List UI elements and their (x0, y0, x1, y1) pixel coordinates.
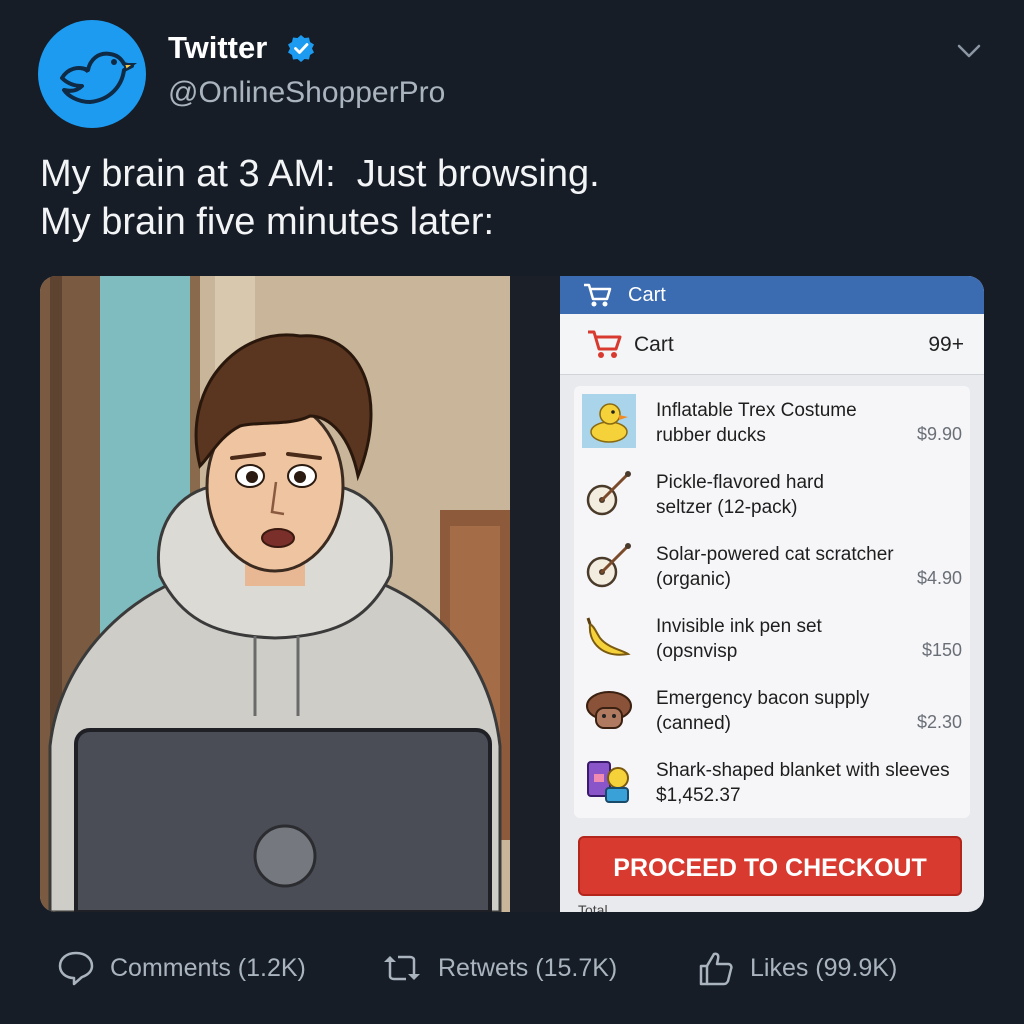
cart-count-badge: 99+ (928, 333, 964, 356)
cart-item-price: $150 (921, 640, 962, 660)
retweet-icon (384, 955, 420, 981)
cart-header: Cart 99+ (560, 314, 984, 375)
bacon-icon (586, 691, 632, 729)
cart-item-name-line2: rubber ducks (656, 425, 766, 446)
banana-icon (586, 617, 631, 656)
retweets-count: Retwets (15.7K) (438, 953, 618, 982)
proceed-to-checkout-button[interactable]: PROCEED TO CHECKOUT (578, 836, 962, 896)
cart-header-label: Cart (634, 333, 674, 356)
cart-item-price: $9.90 (916, 424, 962, 444)
retweets-button[interactable]: Retwets (15.7K) (380, 948, 617, 988)
verified-badge-icon (288, 35, 314, 62)
cart-item[interactable]: Pickle-flavored hard seltzer (12-pack) (574, 458, 970, 528)
comment-icon (58, 951, 94, 986)
cart-item-name: Invisible ink pen set (opsnvisp (656, 614, 956, 664)
cart-item-name-line2: (canned) (656, 713, 731, 734)
cart-item[interactable]: Shark-shaped blanket with sleeves $1,452… (574, 746, 970, 816)
cart-item-price: $2.30 (916, 712, 962, 732)
thumbs-up-icon (699, 952, 733, 986)
banjo-icon (586, 471, 631, 516)
cart-item[interactable]: Invisible ink pen set (opsnvisp $150 (574, 602, 970, 672)
tweet-text: My brain at 3 AM: Just browsing. My brai… (40, 150, 600, 246)
cart-item-name-line1: Shark-shaped blanket with sleeves (656, 760, 950, 781)
account-handle[interactable]: @OnlineShopperPro (168, 76, 445, 110)
account-name[interactable]: Twitter (168, 30, 267, 66)
cart-item-price: $4.90 (916, 568, 962, 588)
tweet-line-1: My brain at 3 AM: Just browsing. (40, 153, 600, 195)
cart-item-name-line1: Pickle-flavored hard (656, 472, 824, 493)
meme-illustration (40, 276, 510, 912)
cart-item-name: Shark-shaped blanket with sleeves $1,452… (656, 758, 956, 808)
cart-item-name-line2: (organic) (656, 569, 731, 590)
cart-item-name-line1: Invisible ink pen set (656, 616, 822, 637)
banjo-icon (586, 543, 631, 588)
cart-icon (584, 283, 612, 307)
cart-topbar: Cart (560, 276, 984, 314)
cart-item[interactable]: Solar-powered cat scratcher (organic) $4… (574, 530, 970, 600)
cart-item-name-line1: Inflatable Trex Costume (656, 400, 857, 421)
cart-item-name: Emergency bacon supply (canned) (656, 686, 956, 736)
cart-item-name: Pickle-flavored hard seltzer (12-pack) (656, 470, 956, 520)
cart-topbar-title: Cart (628, 284, 666, 306)
cart-item-name-line2: (opsnvisp (656, 641, 738, 662)
bird-icon (60, 51, 137, 104)
cart-item-name: Inflatable Trex Costume rubber ducks (656, 398, 956, 448)
tweet-media[interactable]: Cart Cart 99+ Inflatable Trex Costume ru… (40, 276, 984, 912)
cart-icon (588, 330, 622, 358)
likes-button[interactable]: Likes (99.9K) (696, 948, 897, 988)
chevron-down-icon[interactable] (954, 36, 984, 66)
tweet-line-2: My brain five minutes later: (40, 201, 495, 243)
cart-total-label: Total (578, 902, 608, 912)
cart-screen[interactable]: Cart Cart 99+ Inflatable Trex Costume ru… (560, 276, 984, 912)
cart-item[interactable]: Emergency bacon supply (canned) $2.30 (574, 674, 970, 744)
comments-button[interactable]: Comments (1.2K) (56, 948, 306, 988)
rubber-duck-icon (582, 394, 636, 448)
likes-count: Likes (99.9K) (750, 953, 898, 982)
cart-item-name-line1: Solar-powered cat scratcher (656, 544, 894, 565)
cart-item-name-line1: Emergency bacon supply (656, 688, 870, 709)
panel-divider (510, 276, 560, 912)
cart-item-name: Solar-powered cat scratcher (organic) (656, 542, 956, 592)
profile-avatar[interactable] (38, 20, 146, 128)
comments-count: Comments (1.2K) (110, 953, 306, 982)
cart-item-name-line2: $1,452.37 (656, 785, 741, 806)
cart-item-name-line2: seltzer (12-pack) (656, 497, 798, 518)
cart-item-list: Inflatable Trex Costume rubber ducks $9.… (574, 386, 970, 818)
cart-item[interactable]: Inflatable Trex Costume rubber ducks $9.… (574, 386, 970, 456)
toy-bundle-icon (587, 761, 629, 803)
